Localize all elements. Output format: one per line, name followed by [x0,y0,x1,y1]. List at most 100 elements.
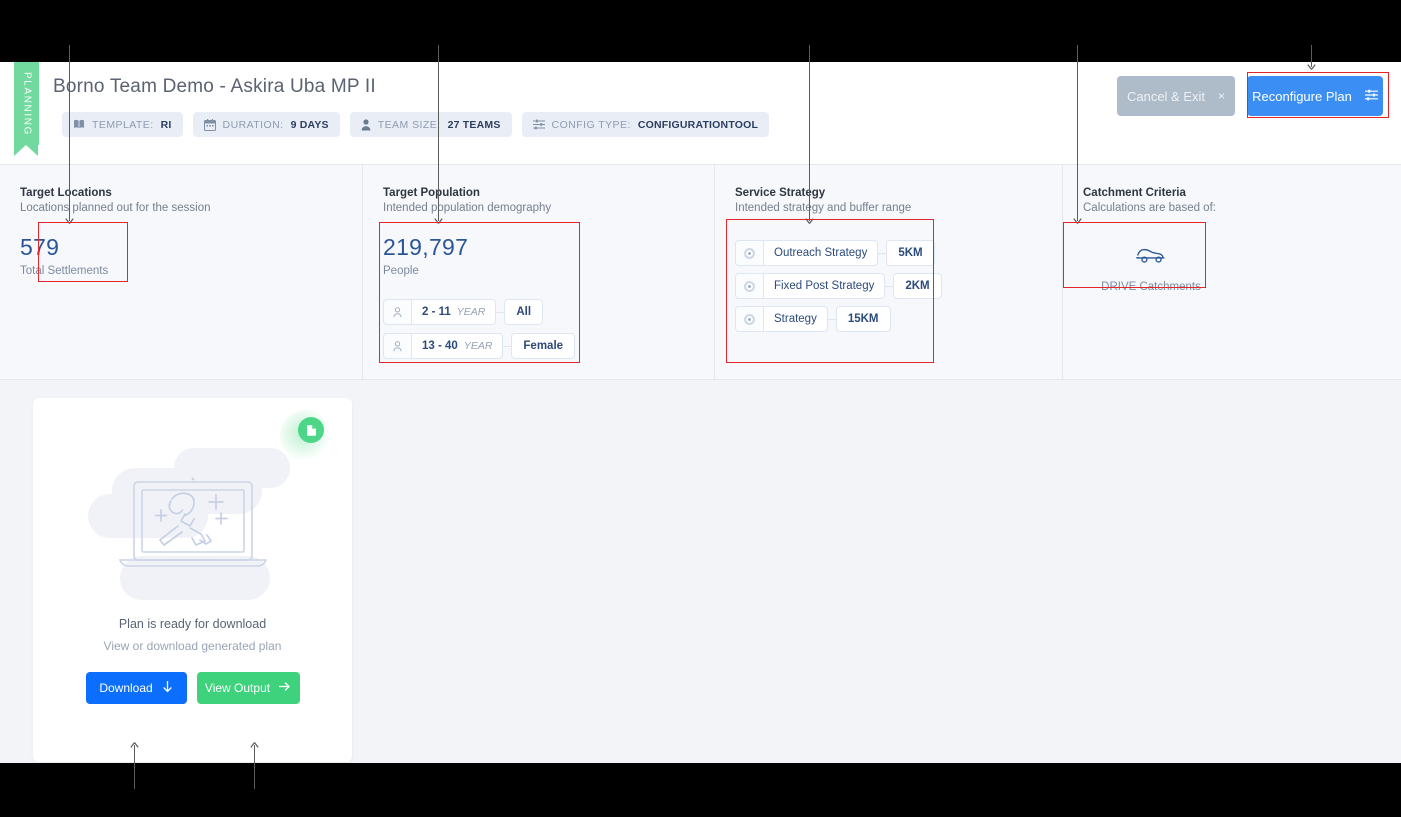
target-population-title: Target Population [383,187,480,199]
strategy-name[interactable]: Outreach Strategy [763,240,879,266]
callout-arrowhead [250,742,259,748]
age-range-unit: YEAR [456,306,486,318]
summary-target-population: Target Population Intended population de… [362,165,714,379]
strategy-name[interactable]: Fixed Post Strategy [763,273,886,299]
strategy-buffer[interactable]: 2KM [893,273,942,299]
summary-target-locations: Target Locations Locations planned out f… [0,165,362,379]
radio-icon [735,306,763,332]
age-range-field[interactable]: 2 - 11 YEAR [411,299,497,325]
plan-meta-chips: TEMPLATE: RI DURATION: 9 Days TEAM SIZE:… [62,112,770,137]
sliders-icon [1364,89,1378,104]
callout-arrowhead [65,218,74,224]
callout-arrowhead [130,742,139,748]
callout-line-target-population [438,45,440,221]
page-title: Borno Team Demo - Askira Uba MP II [53,76,376,97]
close-icon: × [1218,89,1226,103]
radio-icon [735,273,763,299]
view-output-button-label: View Output [204,681,271,695]
arrow-down-icon [162,680,173,696]
chip-config-type-label: CONFIG TYPE: [551,118,631,131]
strategy-row: Strategy 15KM [735,306,1062,332]
total-settlements-metric: 579 Total Settlements [20,234,362,277]
header-actions: Cancel & Exit × Reconfigure Plan [1117,76,1383,116]
service-strategy-subtitle: Intended strategy and buffer range [735,202,912,214]
pill-connector [503,345,512,347]
status-ribbon-label: PLANNING [21,71,32,136]
target-population-subtitle: Intended population demography [383,202,552,214]
strategy-buffer[interactable]: 15KM [835,306,891,332]
gender-field[interactable]: Female [511,333,576,359]
age-range-value: 13 - 40 [422,340,458,352]
reconfigure-button-label: Reconfigure Plan [1252,88,1352,104]
demography-group-row: 13 - 40 YEAR Female [383,333,714,359]
pill-connector [885,285,894,287]
strategy-list: Outreach Strategy 5KM Fixed Post Strateg… [735,240,1062,332]
catchment-type-label: DRIVE Catchments [1101,281,1201,293]
chip-duration-value: 9 Days [290,118,329,131]
laptop-trophy-illustration [33,408,352,613]
download-card-actions: Download View Output [33,672,352,704]
cancel-button-label: Cancel & Exit [1126,88,1206,104]
callout-arrowhead [434,218,443,224]
callout-line-service-strategy [809,45,811,221]
view-output-button[interactable]: View Output [196,672,300,704]
plan-summary-strip: Target Locations Locations planned out f… [0,165,1401,380]
age-range-field[interactable]: 13 - 40 YEAR [411,333,504,359]
service-strategy-title: Service Strategy [735,187,826,199]
status-ribbon-planning: PLANNING [14,62,39,156]
age-range-value: 2 - 11 [422,306,451,318]
radio-icon [735,240,763,266]
chip-team-size: TEAM SIZE: 27 Teams [349,112,512,137]
callout-line-catchment-criteria [1077,45,1079,221]
strategy-buffer[interactable]: 5KM [886,240,935,266]
car-icon [1135,248,1167,268]
chip-config-type-value: CONFIGURATIONTOOL [637,118,759,131]
population-value: 219,797 [383,234,469,260]
callout-arrowhead [805,218,814,224]
screenshot-stage: PLANNING Borno Team Demo - Askira Uba MP… [0,0,1401,817]
callout-line-total-settlements [69,45,71,221]
download-card-title: Plan is ready for download [118,617,267,631]
gender-field[interactable]: All [504,299,544,325]
cancel-and-exit-button[interactable]: Cancel & Exit × [1117,76,1235,116]
summary-service-strategy: Service Strategy Intended strategy and b… [714,165,1062,379]
target-locations-title: Target Locations [20,187,112,199]
pill-connector [827,318,836,320]
callout-arrowhead [1073,218,1082,224]
plan-header: PLANNING Borno Team Demo - Askira Uba MP… [0,62,1401,165]
catchment-type-card[interactable]: DRIVE Catchments [1083,232,1219,305]
strategy-name[interactable]: Strategy [763,306,828,332]
chip-config-type: CONFIG TYPE: CONFIGURATIONTOOL [521,112,770,137]
demography-group-row: 2 - 11 YEAR All [383,299,714,325]
callout-arrowhead [1307,64,1316,70]
total-settlements-value: 579 [20,234,60,260]
pill-connector [496,311,505,313]
strategy-row: Outreach Strategy 5KM [735,240,1062,266]
chip-duration: DURATION: 9 Days [192,112,340,137]
calendar-icon [203,118,216,131]
chip-duration-label: DURATION: [222,118,284,131]
age-range-unit: YEAR [463,340,493,352]
application-window: PLANNING Borno Team Demo - Askira Uba MP… [0,62,1401,763]
callout-line-download-button [134,745,136,789]
pill-connector [878,252,887,254]
download-plan-card: Plan is ready for download View or downl… [33,398,352,762]
chip-template-value: RI [160,118,172,131]
plan-body: Plan is ready for download View or downl… [0,380,1401,762]
catchment-criteria-title: Catchment Criteria [1083,187,1186,199]
population-label: People [383,265,419,277]
chip-team-size-label: TEAM SIZE: [377,118,441,131]
person-icon [383,299,411,325]
summary-catchment-criteria: Catchment Criteria Calculations are base… [1062,165,1401,379]
download-button-label: Download [99,681,153,695]
sliders-icon [532,119,545,130]
reconfigure-plan-button[interactable]: Reconfigure Plan [1247,76,1383,116]
book-icon [73,119,85,130]
total-settlements-label: Total Settlements [20,265,109,277]
chip-template: TEMPLATE: RI [62,112,183,137]
target-locations-subtitle: Locations planned out for the session [20,202,211,214]
arrow-right-icon [279,681,291,695]
callout-line-view-output-button [254,745,256,789]
strategy-row: Fixed Post Strategy 2KM [735,273,1062,299]
download-button[interactable]: Download [85,672,187,704]
